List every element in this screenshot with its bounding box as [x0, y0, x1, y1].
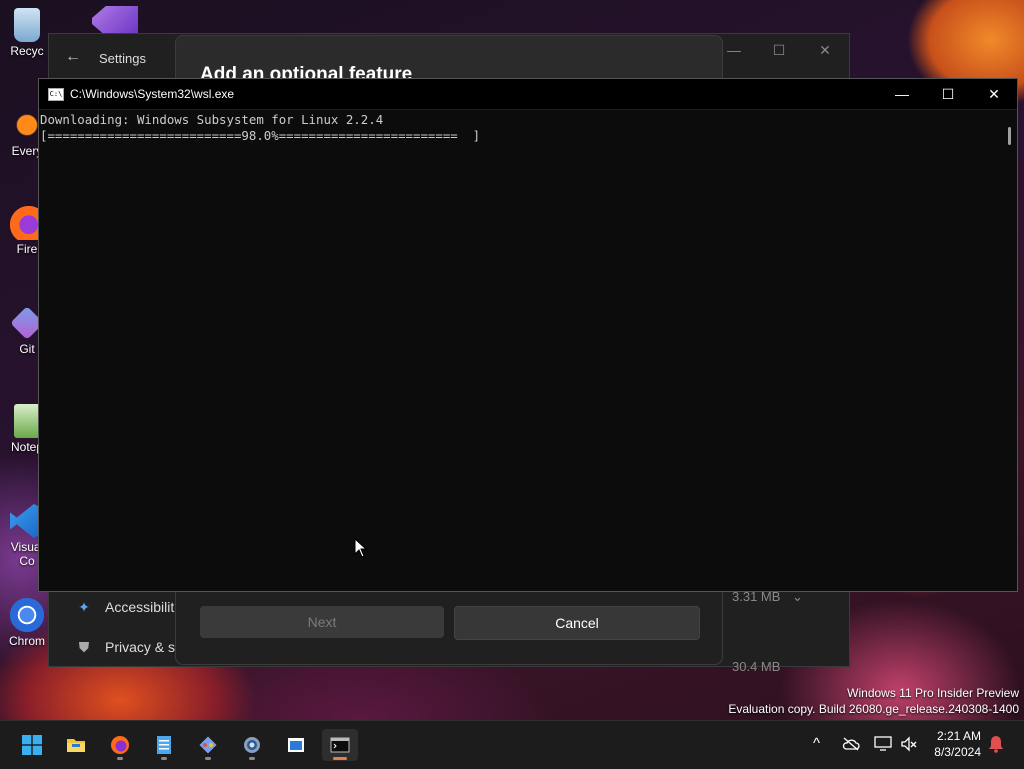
running-indicator: [205, 757, 211, 760]
notepad-icon: [14, 404, 40, 438]
nav-item-label: Accessibilit: [105, 599, 175, 615]
console-scrollbar[interactable]: [1008, 127, 1011, 145]
console-close-button[interactable]: ✕: [971, 79, 1017, 109]
next-button[interactable]: Next: [200, 606, 444, 638]
taskbar-store[interactable]: [278, 729, 314, 761]
taskbar-git-gui[interactable]: [190, 729, 226, 761]
clock-date: 8/3/2024: [934, 745, 981, 759]
settings-close-button[interactable]: ✕: [810, 42, 840, 59]
desktop-icon-label-2: Co: [19, 554, 35, 568]
taskbar-file-explorer[interactable]: [58, 729, 94, 761]
dialog-footer: Next Cancel: [176, 587, 722, 664]
desktop-icon-label: Chrom: [8, 634, 45, 648]
cancel-button[interactable]: Cancel: [454, 606, 700, 640]
desktop-icon-recycle-bin[interactable]: Recyc: [6, 8, 48, 58]
recycle-bin-icon: [14, 8, 40, 42]
folder-icon: [67, 739, 85, 752]
console-minimize-button[interactable]: —: [879, 79, 925, 109]
nav-item-label: Privacy & s: [105, 639, 176, 655]
chrome-icon: [10, 598, 44, 632]
network-icon[interactable]: [874, 736, 892, 752]
desktop-icon-label: Recyc: [10, 44, 44, 58]
taskbar-notepad[interactable]: [146, 729, 182, 761]
visual-studio-icon[interactable]: [92, 6, 138, 36]
console-title: C:\Windows\System32\wsl.exe: [70, 87, 235, 101]
taskbar: ^ 2:21 AM 8/3/2024: [0, 720, 1024, 769]
desktop-icon-label: Git: [19, 342, 35, 356]
accessibility-icon: ✦: [78, 599, 90, 615]
console-output[interactable]: Downloading: Windows Subsystem for Linux…: [39, 110, 1000, 592]
nav-item-accessibility[interactable]: ✦ Accessibilit: [75, 599, 174, 616]
watermark-line-1: Windows 11 Pro Insider Preview: [847, 686, 1019, 700]
settings-maximize-button[interactable]: ☐: [764, 42, 794, 59]
cloud-offline-icon[interactable]: [842, 737, 860, 751]
notification-bell-icon[interactable]: [988, 735, 1004, 753]
feature-size: 30.4 MB: [732, 659, 781, 674]
gear-icon: [244, 737, 260, 753]
firefox-icon: [111, 736, 129, 754]
show-hidden-icons-chevron-icon[interactable]: ^: [813, 735, 820, 752]
nav-item-privacy[interactable]: ⛊ Privacy & s: [75, 639, 175, 656]
progress-line: [==========================98.0%========…: [40, 128, 481, 143]
store-icon: [288, 738, 304, 752]
taskbar-terminal[interactable]: [322, 729, 358, 761]
running-indicator: [117, 757, 123, 760]
console-titlebar[interactable]: C:\ C:\Windows\System32\wsl.exe — ☐ ✕: [39, 79, 1017, 110]
running-indicator: [333, 757, 347, 760]
watermark-line-2: Evaluation copy. Build 26080.ge_release.…: [728, 702, 1019, 716]
taskbar-settings[interactable]: [234, 729, 270, 761]
clock[interactable]: 2:21 AM 8/3/2024: [925, 728, 981, 760]
back-arrow-icon[interactable]: ←: [65, 48, 81, 66]
desktop-icon-chrome[interactable]: Chrom: [6, 598, 48, 648]
settings-title: Settings: [99, 51, 146, 66]
start-button[interactable]: [14, 729, 50, 761]
console-line: Downloading: Windows Subsystem for Linux…: [40, 112, 384, 127]
running-indicator: [161, 757, 167, 760]
clock-time: 2:21 AM: [936, 729, 981, 743]
wsl-console-window[interactable]: C:\ C:\Windows\System32\wsl.exe — ☐ ✕ Do…: [38, 78, 1018, 592]
running-indicator: [249, 757, 255, 760]
taskbar-firefox[interactable]: [102, 729, 138, 761]
console-maximize-button[interactable]: ☐: [925, 79, 971, 109]
console-app-icon[interactable]: C:\: [48, 88, 64, 101]
git-icon: [199, 736, 217, 754]
terminal-icon: [330, 737, 350, 753]
mouse-cursor-icon: [354, 538, 368, 558]
desktop-icon-label: Fire: [16, 242, 38, 256]
shield-icon: ⛊: [78, 639, 90, 655]
notepad-icon: [157, 736, 171, 754]
volume-muted-icon[interactable]: [900, 736, 918, 752]
windows-start-icon: [22, 735, 42, 755]
settings-minimize-button[interactable]: —: [719, 42, 749, 58]
